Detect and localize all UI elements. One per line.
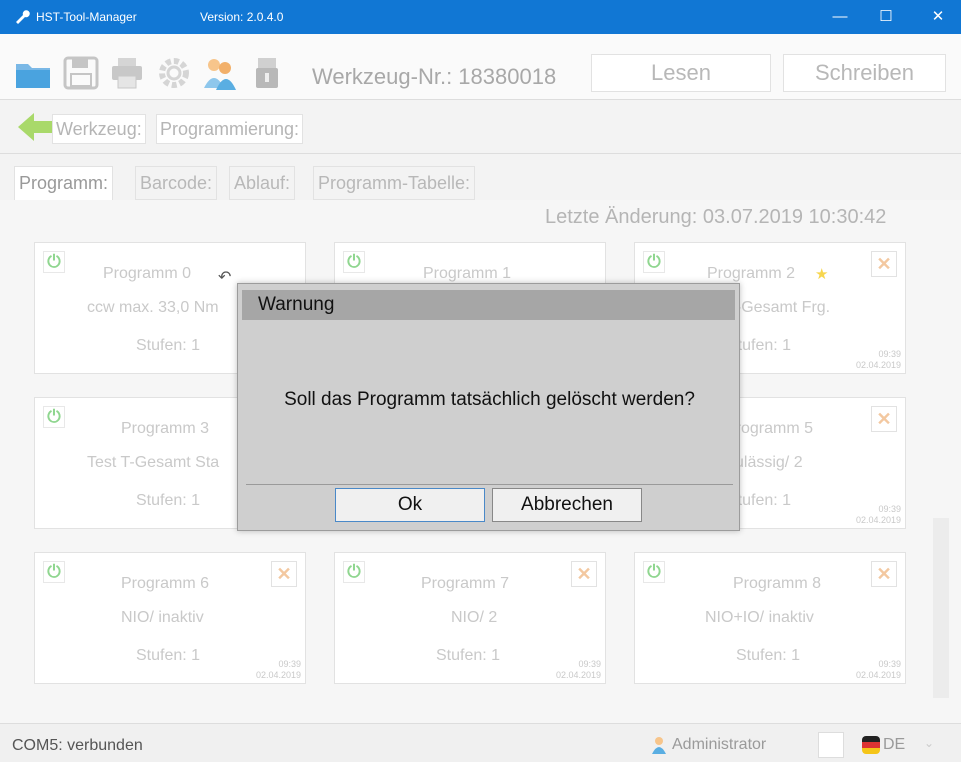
program-timestamp: 09:39 02.04.2019 xyxy=(855,349,901,370)
document-icon[interactable] xyxy=(818,732,844,758)
minimize-button[interactable]: — xyxy=(817,0,863,34)
german-flag-icon xyxy=(862,736,880,754)
program-name: Programm 7 xyxy=(421,575,510,592)
status-bar: COM5: verbunden Administrator DE ⌄ xyxy=(0,723,961,762)
write-button[interactable]: Schreiben xyxy=(783,54,946,92)
program-description: T-Gesamt Frg. xyxy=(727,299,831,316)
cancel-button[interactable]: Abbrechen xyxy=(492,488,642,522)
program-stufen: Stufen: 1 xyxy=(136,647,201,664)
language-selector[interactable]: DE xyxy=(883,736,905,754)
tab-programm[interactable]: Programm: xyxy=(14,166,114,202)
program-card-8[interactable]: ⏻ ✕ Programm 8 NIO+IO/ inaktiv Stufen: 1… xyxy=(634,552,906,684)
program-stufen: Stufen: 1 xyxy=(136,492,201,509)
program-name: Programm 0 xyxy=(103,265,192,282)
program-description: NIO+IO/ inaktiv xyxy=(705,609,814,626)
program-description: ccw max. 33,0 Nm xyxy=(87,299,219,316)
chevron-down-icon[interactable]: ⌄ xyxy=(924,736,934,750)
wrench-icon xyxy=(14,8,30,28)
tab-ablauf[interactable]: Ablauf: xyxy=(229,166,296,200)
program-name: Programm 8 xyxy=(733,575,822,592)
program-description: Test T-Gesamt Sta xyxy=(87,454,220,471)
program-card-7[interactable]: ⏻ ✕ Programm 7 NIO/ 2 Stufen: 1 09:39 02.… xyxy=(334,552,606,684)
star-icon: ★ xyxy=(815,266,829,283)
program-stufen: Stufen: 1 xyxy=(736,647,801,664)
last-change-label: Letzte Änderung: 03.07.2019 10:30:42 xyxy=(545,206,887,228)
scrollbar-thumb[interactable] xyxy=(933,518,949,698)
user-icon xyxy=(652,737,666,754)
ok-button[interactable]: Ok xyxy=(335,488,485,522)
version-label: Version: 2.0.4.0 xyxy=(200,10,284,24)
dialog-title: Warnung xyxy=(242,290,735,320)
program-name: Programm 3 xyxy=(121,420,210,437)
vertical-scrollbar[interactable] xyxy=(932,228,950,718)
delete-button[interactable]: ✕ xyxy=(871,561,897,587)
save-icon[interactable] xyxy=(62,54,100,92)
usb-drive-icon[interactable] xyxy=(248,54,286,92)
folder-icon[interactable] xyxy=(14,54,52,92)
program-name: Programm 1 xyxy=(423,265,512,282)
delete-button[interactable]: ✕ xyxy=(271,561,297,587)
power-icon[interactable]: ⏻ xyxy=(343,251,365,273)
power-icon[interactable]: ⏻ xyxy=(43,561,65,583)
program-timestamp: 09:39 02.04.2019 xyxy=(255,659,301,680)
program-stufen: Stufen: 1 xyxy=(436,647,501,664)
program-card-6[interactable]: ⏻ ✕ Programm 6 NIO/ inaktiv Stufen: 1 09… xyxy=(34,552,306,684)
app-title: HST-Tool-Manager xyxy=(36,10,137,24)
program-description: NIO/ 2 xyxy=(451,609,498,626)
dialog-divider xyxy=(246,484,733,485)
breadcrumb-werkzeug[interactable]: Werkzeug: xyxy=(52,114,146,144)
program-timestamp: 09:39 02.04.2019 xyxy=(555,659,601,680)
undo-icon[interactable]: ↶ xyxy=(218,267,231,287)
power-icon[interactable]: ⏻ xyxy=(43,251,65,273)
program-description: NIO/ inaktiv xyxy=(121,609,204,626)
tab-programm-tabelle[interactable]: Programm-Tabelle: xyxy=(313,166,476,200)
delete-button[interactable]: ✕ xyxy=(871,251,897,277)
gear-icon[interactable] xyxy=(155,54,193,92)
breadcrumb-programmierung[interactable]: Programmierung: xyxy=(156,114,304,144)
warning-dialog: Warnung Soll das Programm tatsächlich ge… xyxy=(237,283,740,531)
back-arrow-icon[interactable] xyxy=(16,110,56,144)
breadcrumb: Werkzeug: Programmierung: xyxy=(0,100,961,154)
power-icon[interactable]: ⏻ xyxy=(343,561,365,583)
title-bar: HST-Tool-Manager Version: 2.0.4.0 — ☐ ✕ xyxy=(0,0,961,34)
read-button[interactable]: Lesen xyxy=(591,54,771,92)
users-icon[interactable] xyxy=(200,54,238,92)
program-stufen: Stufen: 1 xyxy=(136,337,201,354)
program-name: Programm 2 xyxy=(707,265,796,282)
program-timestamp: 09:39 02.04.2019 xyxy=(855,659,901,680)
toolbar: Werkzeug-Nr.: 18380018 Lesen Schreiben xyxy=(0,34,961,100)
dialog-message: Soll das Programm tatsächlich gelöscht w… xyxy=(284,389,695,410)
power-icon[interactable]: ⏻ xyxy=(643,561,665,583)
tool-number: Werkzeug-Nr.: 18380018 xyxy=(312,64,557,89)
tab-barcode[interactable]: Barcode: xyxy=(135,166,218,200)
current-user[interactable]: Administrator xyxy=(672,736,766,754)
power-icon[interactable]: ⏻ xyxy=(43,406,65,428)
delete-button[interactable]: ✕ xyxy=(571,561,597,587)
program-timestamp: 09:39 02.04.2019 xyxy=(855,504,901,525)
maximize-button[interactable]: ☐ xyxy=(863,0,909,34)
power-icon[interactable]: ⏻ xyxy=(643,251,665,273)
print-icon[interactable] xyxy=(108,54,146,92)
close-button[interactable]: ✕ xyxy=(915,0,961,34)
connection-status: COM5: verbunden xyxy=(12,737,143,754)
delete-button[interactable]: ✕ xyxy=(871,406,897,432)
program-name: Programm 6 xyxy=(121,575,210,592)
tab-bar: Programm: Barcode: Ablauf: Programm-Tabe… xyxy=(0,154,961,202)
